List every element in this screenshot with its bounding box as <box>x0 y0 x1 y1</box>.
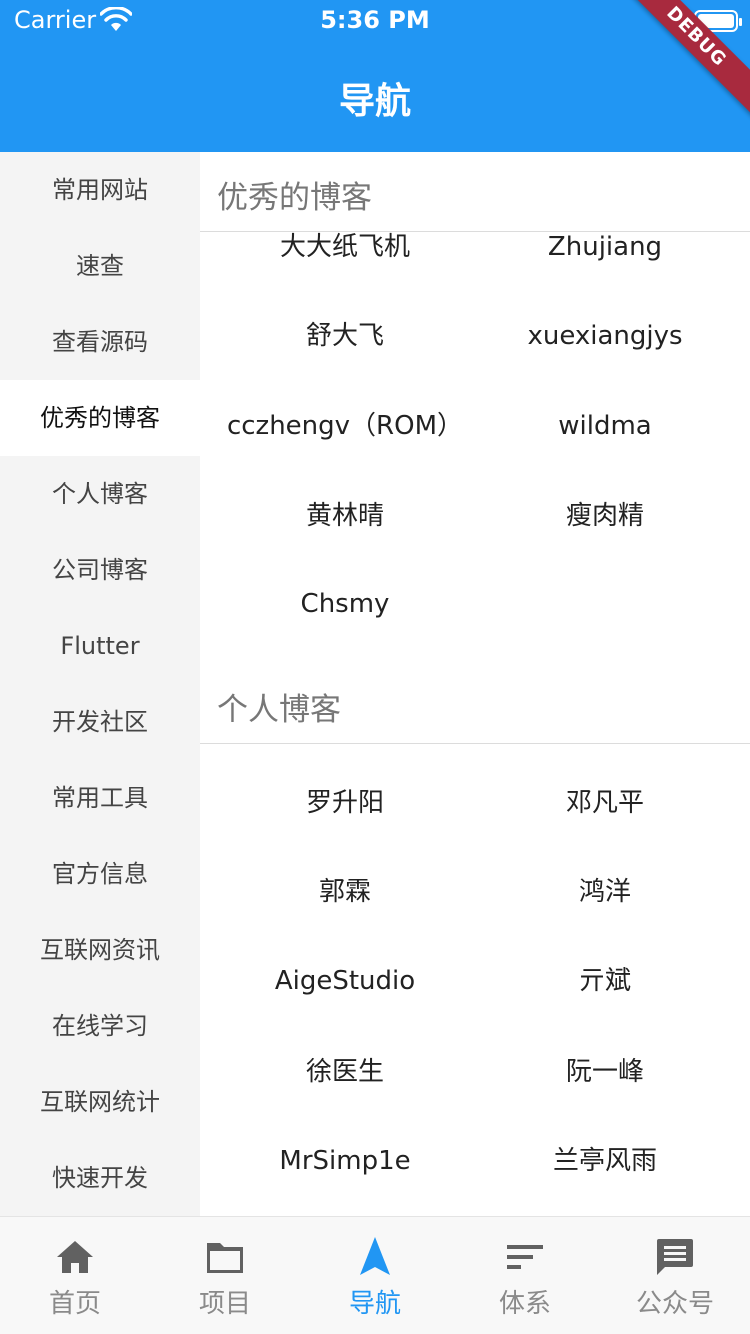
home-icon <box>57 1241 93 1273</box>
link-content-panel: 大大纸飞机 Zhujiang 舒大飞 xuexiangjys cczhengv（… <box>200 152 750 1216</box>
category-sidebar: 常用网站 速查 查看源码 优秀的博客 个人博客 公司博客 Flutter 开发社… <box>0 152 200 1216</box>
link-item[interactable]: 邓凡平 <box>474 783 736 823</box>
sidebar-item-view-source[interactable]: 查看源码 <box>0 304 200 380</box>
sidebar-item-personal-blogs[interactable]: 个人博客 <box>0 456 200 532</box>
sidebar-item-internet-news[interactable]: 互联网资讯 <box>0 912 200 988</box>
link-item[interactable]: 亓斌 <box>474 961 736 1001</box>
sidebar-item-quick-lookup[interactable]: 速查 <box>0 228 200 304</box>
sidebar-item-flutter[interactable]: Flutter <box>0 608 200 684</box>
nav-tab-home[interactable]: 首页 <box>0 1217 150 1334</box>
sidebar-item-rapid-dev[interactable]: 快速开发 <box>0 1140 200 1216</box>
nav-label: 首页 <box>48 1289 101 1319</box>
link-item[interactable]: 阮一峰 <box>474 1052 736 1092</box>
link-item[interactable]: Chsmy <box>214 584 476 624</box>
link-item[interactable]: xuexiangjys <box>474 316 736 356</box>
nav-tab-wechat[interactable]: 公众号 <box>600 1217 750 1334</box>
status-time: 5:36 PM <box>320 6 430 34</box>
page-title: 导航 <box>338 81 411 122</box>
sidebar-item-online-learning[interactable]: 在线学习 <box>0 988 200 1064</box>
link-item[interactable]: 郭霖 <box>214 872 476 912</box>
sidebar-item-dev-community[interactable]: 开发社区 <box>0 684 200 760</box>
link-item[interactable]: wildma <box>474 406 736 446</box>
sidebar-item-excellent-blogs[interactable]: 优秀的博客 <box>0 380 200 456</box>
link-item[interactable]: 徐医生 <box>214 1052 476 1092</box>
nav-tab-system[interactable]: 体系 <box>450 1217 600 1334</box>
nav-tab-projects[interactable]: 项目 <box>150 1217 300 1334</box>
app-bar: Carrier 5:36 PM 导航 DEBUG <box>0 0 750 152</box>
link-item[interactable]: Zhujiang <box>474 227 736 267</box>
sidebar-item-internet-stats[interactable]: 互联网统计 <box>0 1064 200 1140</box>
link-item[interactable]: AigeStudio <box>214 961 476 1001</box>
nav-tab-navigation[interactable]: 导航 <box>300 1217 450 1334</box>
section-header: 个人博客 <box>200 664 750 744</box>
bottom-navigation: 首页 项目 导航 体系 公众号 <box>0 1216 750 1334</box>
navigation-arrow-icon <box>360 1237 390 1275</box>
sort-lines-icon <box>507 1245 543 1269</box>
sidebar-item-company-blogs[interactable]: 公司博客 <box>0 532 200 608</box>
folder-icon <box>207 1243 243 1273</box>
link-item[interactable]: 罗升阳 <box>214 783 476 823</box>
link-item[interactable]: 黄林晴 <box>214 496 476 536</box>
sidebar-item-common-sites[interactable]: 常用网站 <box>0 152 200 228</box>
section-header: 优秀的博客 <box>200 152 750 232</box>
link-item[interactable]: 大大纸飞机 <box>214 227 476 267</box>
nav-label: 体系 <box>498 1289 551 1319</box>
sidebar-item-official-info[interactable]: 官方信息 <box>0 836 200 912</box>
link-item[interactable]: 鸿洋 <box>474 872 736 912</box>
section-title: 优秀的博客 <box>217 180 372 216</box>
link-item[interactable]: 瘦肉精 <box>474 496 736 536</box>
link-item[interactable]: 舒大飞 <box>214 316 476 356</box>
sidebar-item-common-tools[interactable]: 常用工具 <box>0 760 200 836</box>
section-title: 个人博客 <box>217 692 341 728</box>
status-bar: Carrier 5:36 PM <box>0 0 750 40</box>
link-item[interactable]: MrSimp1e <box>214 1141 476 1181</box>
link-item[interactable]: cczhengv（ROM） <box>214 406 476 446</box>
nav-label: 项目 <box>198 1289 251 1319</box>
chat-message-icon <box>657 1239 693 1275</box>
nav-label: 导航 <box>348 1289 401 1319</box>
link-item[interactable]: 兰亭风雨 <box>474 1141 736 1181</box>
nav-label: 公众号 <box>635 1289 714 1319</box>
